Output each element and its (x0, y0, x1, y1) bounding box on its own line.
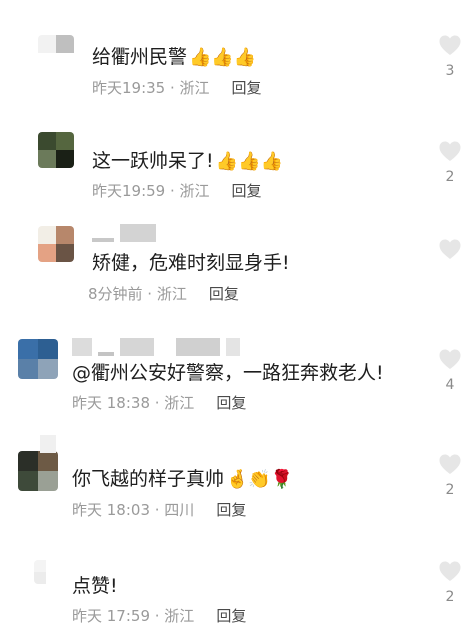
username-pixel (98, 352, 114, 356)
avatar-pixel (34, 560, 46, 572)
like-button[interactable]: 3 (436, 34, 464, 80)
username-pixel (160, 338, 170, 356)
username-pixel (176, 338, 220, 356)
avatar-pixel (18, 339, 38, 359)
comment-time-location: 昨天19:59 · 浙江 (92, 182, 210, 200)
comment-meta: 昨天 18:03 · 四川 回复 (72, 500, 246, 520)
like-count: 2 (445, 482, 455, 498)
comment-time-location: 昨天 18:38 · 浙江 (72, 394, 195, 412)
avatar-pixel (18, 359, 38, 379)
avatar-pixel (38, 53, 56, 71)
avatar-pixel (38, 451, 58, 471)
comment-time-location: 昨天 18:03 · 四川 (72, 501, 195, 519)
heart-icon (439, 239, 461, 259)
like-button[interactable]: 2 (436, 560, 464, 606)
avatar-pixel (38, 339, 58, 359)
avatar-pixel (38, 35, 56, 53)
comment-body: 给衢州民警 (92, 46, 188, 68)
comment-text: 你飞越的样子真帅 🤞👏🌹 (72, 466, 293, 493)
comment-body: 这一跃帅呆了! (92, 150, 214, 172)
emoji-cross-clap-rose-icon: 🤞👏🌹 (226, 469, 294, 490)
heart-icon (439, 35, 461, 55)
comment-item: 给衢州民警 👍👍👍 昨天19:35 · 浙江 回复 3 (0, 0, 474, 110)
comment-meta: 昨天19:35 · 浙江 回复 (92, 78, 262, 98)
comment-item: 矫健，危难时刻显身手! 8分钟前 · 浙江 回复 (0, 210, 474, 320)
comment-item: 这一跃帅呆了! 👍👍👍 昨天19:59 · 浙江 回复 2 (0, 110, 474, 210)
comment-time-location: 8分钟前 · 浙江 (88, 285, 187, 303)
like-count: 4 (445, 377, 455, 393)
comment-text: 这一跃帅呆了! 👍👍👍 (92, 148, 283, 175)
heart-icon (439, 454, 461, 474)
username-pixel (40, 435, 56, 453)
avatar-pixel (38, 244, 56, 262)
username-blurred[interactable] (92, 224, 156, 242)
emoji-thumbs-up-icon: 👍👍👍 (215, 151, 283, 172)
avatar-pixel (56, 150, 74, 168)
emoji-thumbs-up-icon: 👍👍👍 (189, 47, 257, 68)
like-count: 3 (445, 63, 455, 79)
avatar-pixel (34, 572, 46, 584)
avatar[interactable] (38, 132, 74, 168)
avatar-pixel (38, 359, 58, 379)
avatar[interactable] (38, 35, 74, 71)
avatar[interactable] (38, 226, 74, 262)
avatar-pixel (38, 471, 58, 491)
heart-icon (439, 561, 461, 581)
avatar-pixel (38, 132, 56, 150)
comment-body: 你飞越的样子真帅 (72, 468, 225, 490)
comment-meta: 昨天 18:38 · 浙江 回复 (72, 393, 246, 413)
avatar[interactable] (18, 339, 58, 379)
username-pixel (226, 338, 240, 356)
username-pixel (120, 224, 156, 242)
comment-text: 给衢州民警 👍👍👍 (92, 44, 256, 71)
avatar-pixel (56, 244, 74, 262)
username-blurred[interactable] (40, 435, 56, 453)
comment-body: 矫健，危难时刻显身手! (92, 252, 290, 274)
comment-text: @衢州公安好警察，一路狂奔救老人! (72, 360, 384, 386)
like-button[interactable] (436, 238, 464, 260)
username-blurred[interactable] (72, 338, 240, 356)
heart-icon (439, 141, 461, 161)
heart-icon (439, 349, 461, 369)
reply-button[interactable]: 回复 (232, 182, 262, 200)
like-button[interactable]: 4 (436, 348, 464, 394)
comment-item: @衢州公安好警察，一路狂奔救老人! 昨天 18:38 · 浙江 回复 4 (0, 320, 474, 425)
comment-time-location: 昨天 17:59 · 浙江 (72, 607, 195, 625)
comment-time-location: 昨天19:35 · 浙江 (92, 79, 210, 97)
username-pixel (92, 238, 114, 242)
comment-meta: 昨天 17:59 · 浙江 回复 (72, 606, 246, 626)
avatar-pixel (56, 53, 74, 71)
username-pixel (120, 338, 154, 356)
like-button[interactable]: 2 (436, 140, 464, 186)
like-button[interactable]: 2 (436, 453, 464, 499)
avatar-pixel (38, 226, 56, 244)
like-count: 2 (445, 169, 455, 185)
avatar-pixel (56, 132, 74, 150)
comment-body: @衢州公安好警察，一路狂奔救老人! (72, 362, 384, 384)
reply-button[interactable]: 回复 (216, 501, 246, 519)
reply-button[interactable]: 回复 (216, 607, 246, 625)
comment-meta: 昨天19:59 · 浙江 回复 (92, 181, 262, 201)
comment-text: 矫健，危难时刻显身手! (92, 250, 290, 276)
avatar[interactable] (34, 560, 58, 584)
avatar-pixel (46, 572, 58, 584)
avatar-pixel (38, 150, 56, 168)
comment-item: 点赞! 昨天 17:59 · 浙江 回复 2 (0, 530, 474, 632)
comment-body: 点赞! (72, 575, 118, 597)
reply-button[interactable]: 回复 (209, 285, 239, 303)
avatar-pixel (18, 451, 38, 471)
comment-item: 你飞越的样子真帅 🤞👏🌹 昨天 18:03 · 四川 回复 2 (0, 425, 474, 530)
username-pixel (72, 338, 92, 356)
avatar[interactable] (18, 451, 58, 491)
comment-meta: 8分钟前 · 浙江 回复 (88, 284, 239, 304)
avatar-pixel (56, 226, 74, 244)
reply-button[interactable]: 回复 (232, 79, 262, 97)
avatar-pixel (18, 471, 38, 491)
avatar-pixel (56, 35, 74, 53)
comment-text: 点赞! (72, 573, 118, 599)
like-count: 2 (445, 589, 455, 605)
reply-button[interactable]: 回复 (216, 394, 246, 412)
avatar-pixel (46, 560, 58, 572)
